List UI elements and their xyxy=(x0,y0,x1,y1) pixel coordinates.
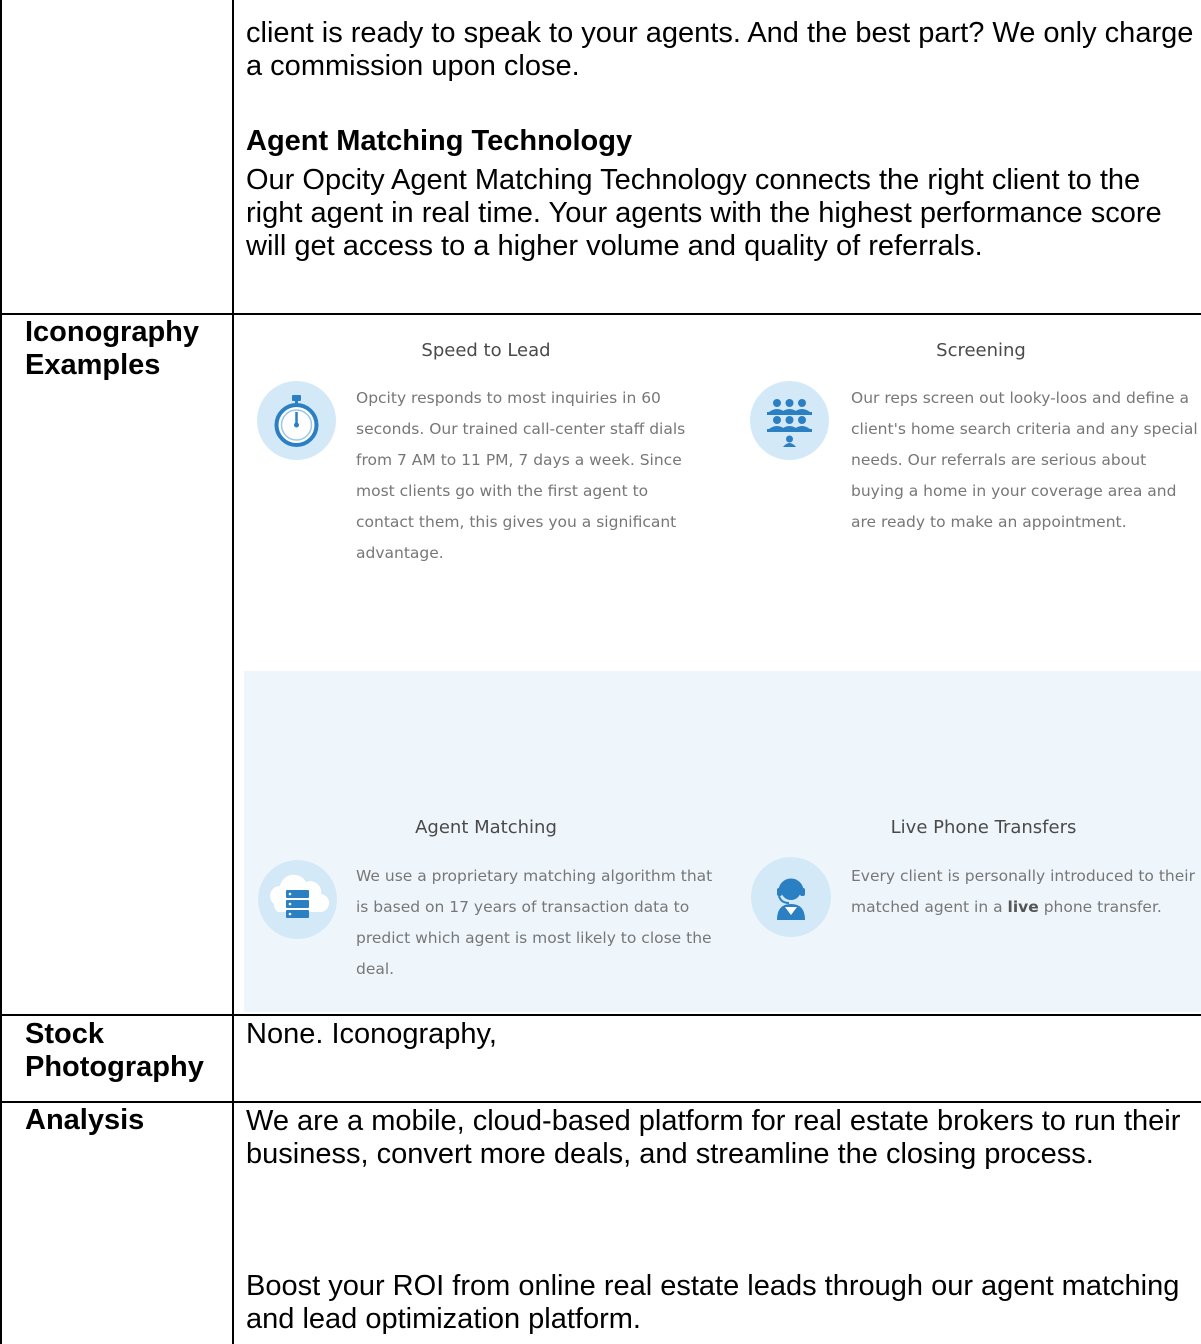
stock-text: None. Iconography, xyxy=(246,1018,497,1050)
analysis-paragraph: We are a mobile, cloud-based platform fo… xyxy=(246,1105,1181,1170)
document-page: client is ready to speak to your agents.… xyxy=(0,0,1201,1344)
feature-title: Agent Matching xyxy=(415,817,557,838)
row-divider xyxy=(0,1101,1201,1103)
row-label-analysis: Analysis xyxy=(25,1104,145,1136)
feature-description: Every client is personally introduced to… xyxy=(851,861,1201,923)
headset-agent-icon xyxy=(751,857,831,937)
feature-title: Screening xyxy=(936,340,1026,361)
feature-description: We use a proprietary matching algorithm … xyxy=(356,867,713,978)
cloud-server-icon xyxy=(258,860,337,939)
stopwatch-icon xyxy=(257,381,336,460)
analysis-paragraph: Boost your ROI from online real estate l… xyxy=(246,1270,1180,1335)
feature-description: Our reps screen out looky-loos and defin… xyxy=(851,389,1198,531)
row-label-iconography: Iconography Examples xyxy=(25,316,200,381)
audience-icon xyxy=(750,381,829,460)
row-divider xyxy=(0,313,1201,315)
table-column-divider xyxy=(232,0,234,1344)
feature-description: Opcity responds to most inquiries in 60 … xyxy=(356,389,686,562)
section-heading: Agent Matching Technology xyxy=(246,125,633,157)
row-label-stock: Stock Photography xyxy=(25,1018,204,1083)
feature-title: Speed to Lead xyxy=(421,340,551,361)
continued-text: client is ready to speak to your agents.… xyxy=(246,17,1194,82)
description-text: phone transfer. xyxy=(1038,898,1162,916)
feature-title: Live Phone Transfers xyxy=(890,817,1077,838)
row-divider xyxy=(0,1014,1201,1016)
description-bold: live xyxy=(1007,898,1039,916)
table-left-border xyxy=(0,0,2,1344)
section-paragraph: Our Opcity Agent Matching Technology con… xyxy=(246,164,1162,262)
